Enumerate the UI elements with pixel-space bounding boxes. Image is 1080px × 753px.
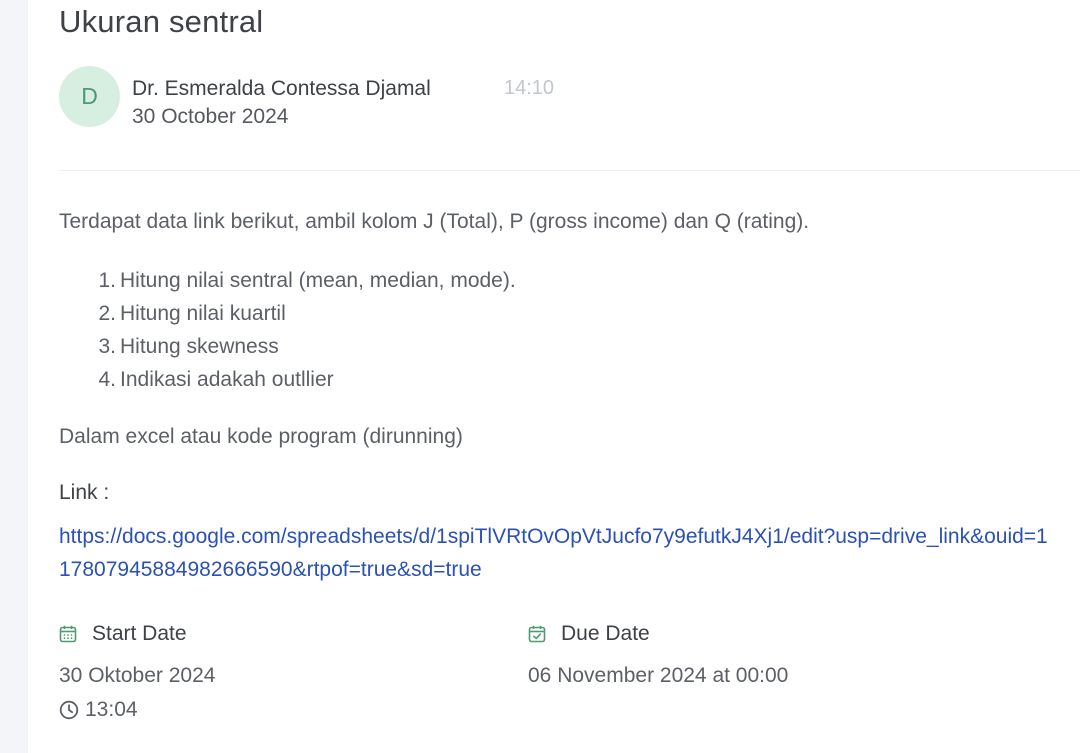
list-item-text: Hitung nilai sentral (mean, median, mode… — [120, 269, 516, 292]
calendar-check-icon — [528, 625, 546, 643]
list-item: 2. Hitung nilai kuartil — [59, 299, 516, 332]
author-name: Dr. Esmeralda Contessa Djamal — [132, 77, 431, 100]
assignment-card: Ukuran sentral D Dr. Esmeralda Contessa … — [28, 0, 1080, 753]
start-time: 13:04 — [59, 698, 138, 722]
spreadsheet-link[interactable]: https://docs.google.com/spreadsheets/d/1… — [59, 520, 1049, 586]
instruction-text: Terdapat data link berikut, ambil kolom … — [59, 210, 810, 233]
list-item-text: Hitung skewness — [120, 335, 279, 358]
page-title: Ukuran sentral — [59, 4, 264, 39]
list-number: 3. — [98, 335, 116, 358]
note-text: Dalam excel atau kode program (dirunning… — [59, 425, 463, 448]
due-date-value: 06 November 2024 at 00:00 — [528, 664, 789, 687]
start-date-header: Start Date — [59, 622, 187, 646]
list-item-text: Indikasi adakah outllier — [120, 368, 334, 391]
due-date-header: Due Date — [528, 622, 650, 646]
avatar[interactable]: D — [59, 66, 120, 127]
post-date: 30 October 2024 — [132, 105, 289, 128]
list-item: 1. Hitung nilai sentral (mean, median, mo… — [59, 266, 516, 299]
link-label: Link : — [59, 481, 110, 504]
start-date-label: Start Date — [92, 622, 187, 645]
post-time: 14:10 — [504, 77, 555, 99]
calendar-icon — [59, 625, 77, 643]
list-item-text: Hitung nilai kuartil — [120, 302, 286, 325]
due-date-label: Due Date — [561, 622, 650, 645]
start-date-value: 30 Oktober 2024 — [59, 664, 216, 687]
clock-icon — [59, 700, 79, 720]
list-number: 4. — [98, 368, 116, 391]
list-item: 4. Indikasi adakah outllier — [59, 365, 516, 398]
list-number: 1. — [98, 269, 116, 292]
list-item: 3. Hitung skewness — [59, 332, 516, 365]
task-list: 1. Hitung nilai sentral (mean, median, mo… — [59, 266, 516, 398]
list-number: 2. — [98, 302, 116, 325]
divider — [59, 170, 1080, 171]
start-time-value: 13:04 — [85, 698, 138, 721]
